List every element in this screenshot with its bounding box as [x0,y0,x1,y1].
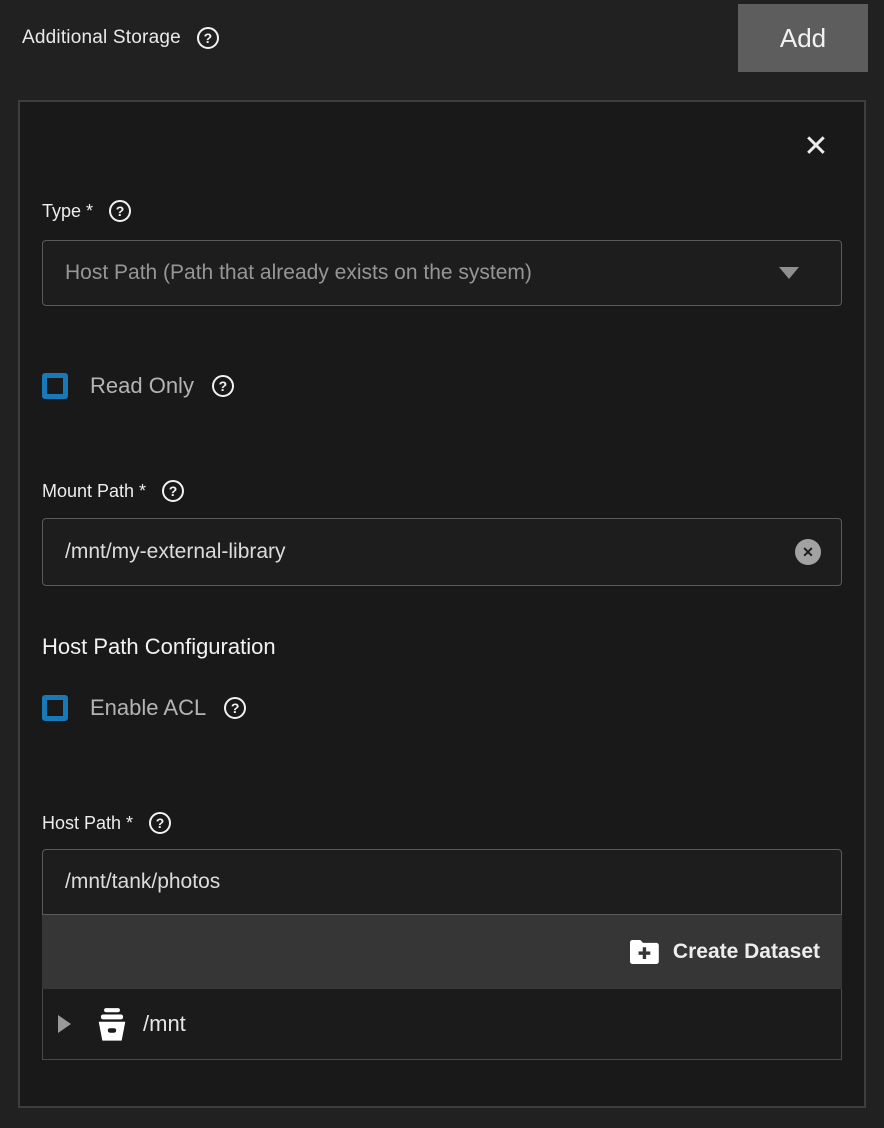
type-label: Type * [42,201,93,222]
close-icon[interactable]: ✕ [796,126,836,166]
mount-path-label: Mount Path * [42,481,146,502]
dataset-tree: /mnt [42,989,842,1060]
host-path-input[interactable] [65,870,821,894]
additional-storage-dialog: ✕ Type * ? Host Path (Path that already … [18,100,866,1108]
explorer-toolbar: Create Dataset [42,915,842,989]
host-path-label-row: Host Path * ? [42,810,842,836]
page-header: Additional Storage ? Add [0,0,884,76]
help-icon[interactable]: ? [212,375,234,397]
type-field-label-row: Type * ? [42,198,842,224]
mount-path-field: ✕ [42,518,842,586]
create-dataset-label: Create Dataset [673,940,820,964]
page-title-group: Additional Storage ? [22,27,219,49]
help-icon[interactable]: ? [197,27,219,49]
dataset-icon [93,1005,131,1043]
enable-acl-row: Enable ACL ? [42,686,842,730]
host-path-label: Host Path * [42,813,133,834]
host-path-configuration-heading: Host Path Configuration [42,634,842,660]
create-dataset-button[interactable]: Create Dataset [630,940,820,965]
enable-acl-label: Enable ACL [90,695,206,721]
help-icon[interactable]: ? [109,200,131,222]
help-icon[interactable]: ? [149,812,171,834]
tree-item-mnt[interactable]: /mnt [143,1011,186,1037]
folder-plus-icon [630,940,660,965]
help-icon[interactable]: ? [162,480,184,502]
read-only-checkbox[interactable] [42,373,68,399]
mount-path-label-row: Mount Path * ? [42,478,842,504]
read-only-label: Read Only [90,373,194,399]
type-select[interactable]: Host Path (Path that already exists on t… [42,240,842,306]
expand-arrow-icon[interactable] [58,1015,71,1033]
read-only-row: Read Only ? [42,364,842,408]
type-select-value: Host Path (Path that already exists on t… [65,261,532,285]
enable-acl-checkbox[interactable] [42,695,68,721]
mount-path-input[interactable] [65,540,795,564]
chevron-down-icon [779,267,799,279]
clear-icon[interactable]: ✕ [795,539,821,565]
host-path-field [42,849,842,915]
help-icon[interactable]: ? [224,697,246,719]
add-button[interactable]: Add [738,4,868,72]
page-title: Additional Storage [22,27,181,49]
